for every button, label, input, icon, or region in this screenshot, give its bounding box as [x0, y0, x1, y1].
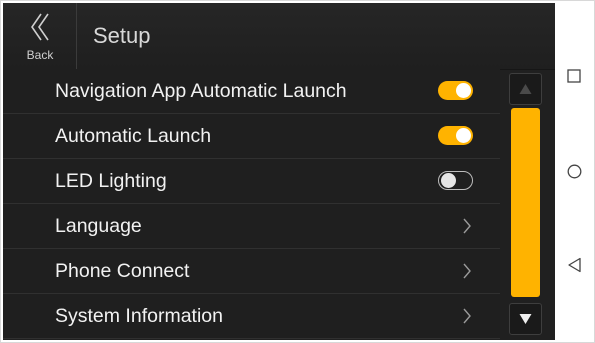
toggle-knob [456, 128, 471, 143]
chevron-right-icon [463, 308, 471, 324]
scroll-thumb[interactable] [511, 108, 540, 297]
setting-label: LED Lighting [55, 170, 167, 192]
back-button[interactable]: Back [3, 3, 77, 69]
down-arrow-icon [519, 314, 532, 324]
toggle-knob [456, 83, 471, 98]
page-title: Setup [93, 23, 151, 48]
double-chevron-left-icon [31, 13, 49, 41]
scroll-up-button[interactable] [509, 73, 542, 105]
setting-row-led-lighting[interactable]: LED Lighting [3, 159, 500, 204]
home-circle-icon[interactable] [567, 164, 582, 179]
setting-row-automatic-launch[interactable]: Automatic Launch [3, 114, 500, 159]
recents-square-icon[interactable] [567, 69, 581, 83]
setting-row-phone-connect[interactable]: Phone Connect [3, 249, 500, 294]
header-bar: Back Setup [3, 3, 555, 70]
chevron-right-icon [463, 218, 471, 234]
setting-label: Language [55, 215, 142, 237]
setting-label: Automatic Launch [55, 125, 212, 147]
setting-row-system-information[interactable]: System Information [3, 294, 500, 339]
settings-list: Navigation App Automatic Launch Automati… [3, 69, 500, 339]
system-nav-bar [555, 3, 592, 340]
navigation-app-launch-toggle[interactable] [438, 81, 473, 100]
setting-label: Navigation App Automatic Launch [55, 80, 347, 102]
automatic-launch-toggle[interactable] [438, 126, 473, 145]
back-triangle-icon[interactable] [567, 257, 582, 273]
app-screen: Back Setup Navigation App Automatic Laun… [3, 3, 555, 340]
led-lighting-toggle[interactable] [438, 171, 473, 190]
chevron-right-icon [463, 263, 471, 279]
back-label: Back [26, 48, 54, 62]
setting-row-navigation-app-automatic-launch[interactable]: Navigation App Automatic Launch [3, 69, 500, 114]
setting-label: Phone Connect [55, 260, 190, 282]
setting-label: System Information [55, 305, 223, 327]
scrollbar[interactable] [509, 73, 542, 335]
up-arrow-icon [519, 84, 532, 94]
scroll-down-button[interactable] [509, 303, 542, 335]
setting-row-language[interactable]: Language [3, 204, 500, 249]
toggle-knob [441, 172, 456, 188]
